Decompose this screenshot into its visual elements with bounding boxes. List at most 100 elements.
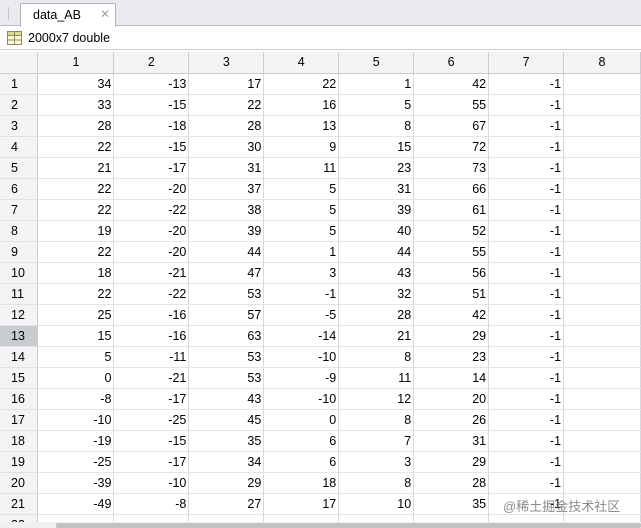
table-cell[interactable]: 26: [413, 409, 490, 431]
table-cell[interactable]: -15: [113, 430, 190, 452]
table-cell[interactable]: 5: [37, 346, 115, 368]
table-cell[interactable]: 63: [188, 325, 265, 347]
table-cell[interactable]: -10: [113, 472, 190, 494]
table-cell[interactable]: 15: [338, 136, 415, 158]
table-cell[interactable]: 9: [263, 136, 340, 158]
table-cell[interactable]: [563, 220, 641, 242]
table-cell[interactable]: 5: [263, 220, 340, 242]
column-header[interactable]: 1: [37, 52, 115, 74]
table-cell[interactable]: 8: [338, 409, 415, 431]
table-cell[interactable]: 11: [338, 367, 415, 389]
table-cell[interactable]: [563, 430, 641, 452]
row-header[interactable]: 7: [0, 199, 39, 221]
table-cell[interactable]: 42: [413, 304, 490, 326]
table-cell[interactable]: 57: [188, 304, 265, 326]
close-icon[interactable]: ✕: [99, 8, 111, 20]
table-cell[interactable]: -20: [113, 178, 190, 200]
table-cell[interactable]: 5: [263, 178, 340, 200]
table-cell[interactable]: 35: [413, 493, 490, 515]
scrollbar-thumb[interactable]: [56, 523, 641, 528]
table-cell[interactable]: -15: [113, 136, 190, 158]
table-cell[interactable]: 8: [338, 472, 415, 494]
table-cell[interactable]: 29: [413, 451, 490, 473]
column-header[interactable]: 5: [338, 52, 415, 74]
table-cell[interactable]: 14: [413, 367, 490, 389]
row-header[interactable]: 21: [0, 493, 39, 515]
table-cell[interactable]: -1: [488, 220, 565, 242]
table-cell[interactable]: 38: [188, 199, 265, 221]
table-cell[interactable]: -22: [113, 283, 190, 305]
table-cell[interactable]: -1: [263, 283, 340, 305]
table-cell[interactable]: 39: [188, 220, 265, 242]
table-cell[interactable]: -9: [263, 367, 340, 389]
table-cell[interactable]: 0: [37, 367, 115, 389]
table-cell[interactable]: [563, 262, 641, 284]
table-cell[interactable]: 29: [413, 325, 490, 347]
table-cell[interactable]: -20: [113, 220, 190, 242]
table-cell[interactable]: 61: [413, 199, 490, 221]
table-cell[interactable]: [563, 94, 641, 116]
table-cell[interactable]: 1: [338, 73, 415, 95]
table-cell[interactable]: 31: [188, 157, 265, 179]
row-header[interactable]: 16: [0, 388, 39, 410]
table-cell[interactable]: 31: [338, 178, 415, 200]
table-cell[interactable]: 22: [37, 283, 115, 305]
table-cell[interactable]: -1: [488, 388, 565, 410]
table-cell[interactable]: -5: [263, 304, 340, 326]
table-cell[interactable]: [563, 115, 641, 137]
table-cell[interactable]: [563, 409, 641, 431]
table-cell[interactable]: 16: [263, 94, 340, 116]
table-cell[interactable]: 53: [188, 367, 265, 389]
table-cell[interactable]: 15: [37, 325, 115, 347]
table-cell[interactable]: 23: [338, 157, 415, 179]
table-cell[interactable]: 52: [413, 220, 490, 242]
table-cell[interactable]: 34: [37, 73, 115, 95]
table-cell[interactable]: 17: [263, 493, 340, 515]
table-cell[interactable]: [563, 283, 641, 305]
table-cell[interactable]: 28: [37, 115, 115, 137]
table-cell[interactable]: 44: [338, 241, 415, 263]
table-cell[interactable]: -18: [113, 115, 190, 137]
row-header[interactable]: 8: [0, 220, 39, 242]
table-cell[interactable]: [563, 325, 641, 347]
tab-scroll-left-icon[interactable]: [3, 4, 15, 22]
table-cell[interactable]: 56: [413, 262, 490, 284]
table-cell[interactable]: -8: [37, 388, 115, 410]
table-cell[interactable]: 19: [37, 220, 115, 242]
table-cell[interactable]: 44: [188, 241, 265, 263]
table-cell[interactable]: 55: [413, 94, 490, 116]
variable-grid[interactable]: 12345678 1 34 -13 17 22 1 42 -1 2 33 -15 22 16 5 55 -1 3…: [0, 52, 641, 522]
table-cell[interactable]: -1: [488, 115, 565, 137]
table-cell[interactable]: 30: [188, 136, 265, 158]
table-cell[interactable]: [338, 514, 415, 522]
row-header[interactable]: 1: [0, 73, 39, 95]
table-cell[interactable]: -1: [488, 472, 565, 494]
table-cell[interactable]: [413, 514, 490, 522]
table-cell[interactable]: 21: [338, 325, 415, 347]
table-cell[interactable]: -25: [37, 451, 115, 473]
table-cell[interactable]: -1: [488, 304, 565, 326]
table-cell[interactable]: [37, 514, 115, 522]
table-cell[interactable]: -1: [488, 199, 565, 221]
table-cell[interactable]: 28: [338, 304, 415, 326]
table-cell[interactable]: -1: [488, 178, 565, 200]
row-header[interactable]: 6: [0, 178, 39, 200]
corner-cell[interactable]: [0, 52, 39, 74]
column-header[interactable]: 8: [563, 52, 641, 74]
table-cell[interactable]: [263, 514, 340, 522]
table-cell[interactable]: 73: [413, 157, 490, 179]
table-cell[interactable]: [563, 136, 641, 158]
row-header[interactable]: 9: [0, 241, 39, 263]
table-cell[interactable]: 22: [188, 94, 265, 116]
row-header[interactable]: 5: [0, 157, 39, 179]
table-cell[interactable]: 31: [413, 430, 490, 452]
table-cell[interactable]: 20: [413, 388, 490, 410]
table-cell[interactable]: -10: [263, 388, 340, 410]
table-cell[interactable]: -16: [113, 325, 190, 347]
table-cell[interactable]: -1: [488, 262, 565, 284]
table-cell[interactable]: 8: [338, 346, 415, 368]
table-cell[interactable]: 5: [263, 199, 340, 221]
table-cell[interactable]: [563, 199, 641, 221]
table-cell[interactable]: 22: [37, 241, 115, 263]
table-cell[interactable]: [113, 514, 190, 522]
